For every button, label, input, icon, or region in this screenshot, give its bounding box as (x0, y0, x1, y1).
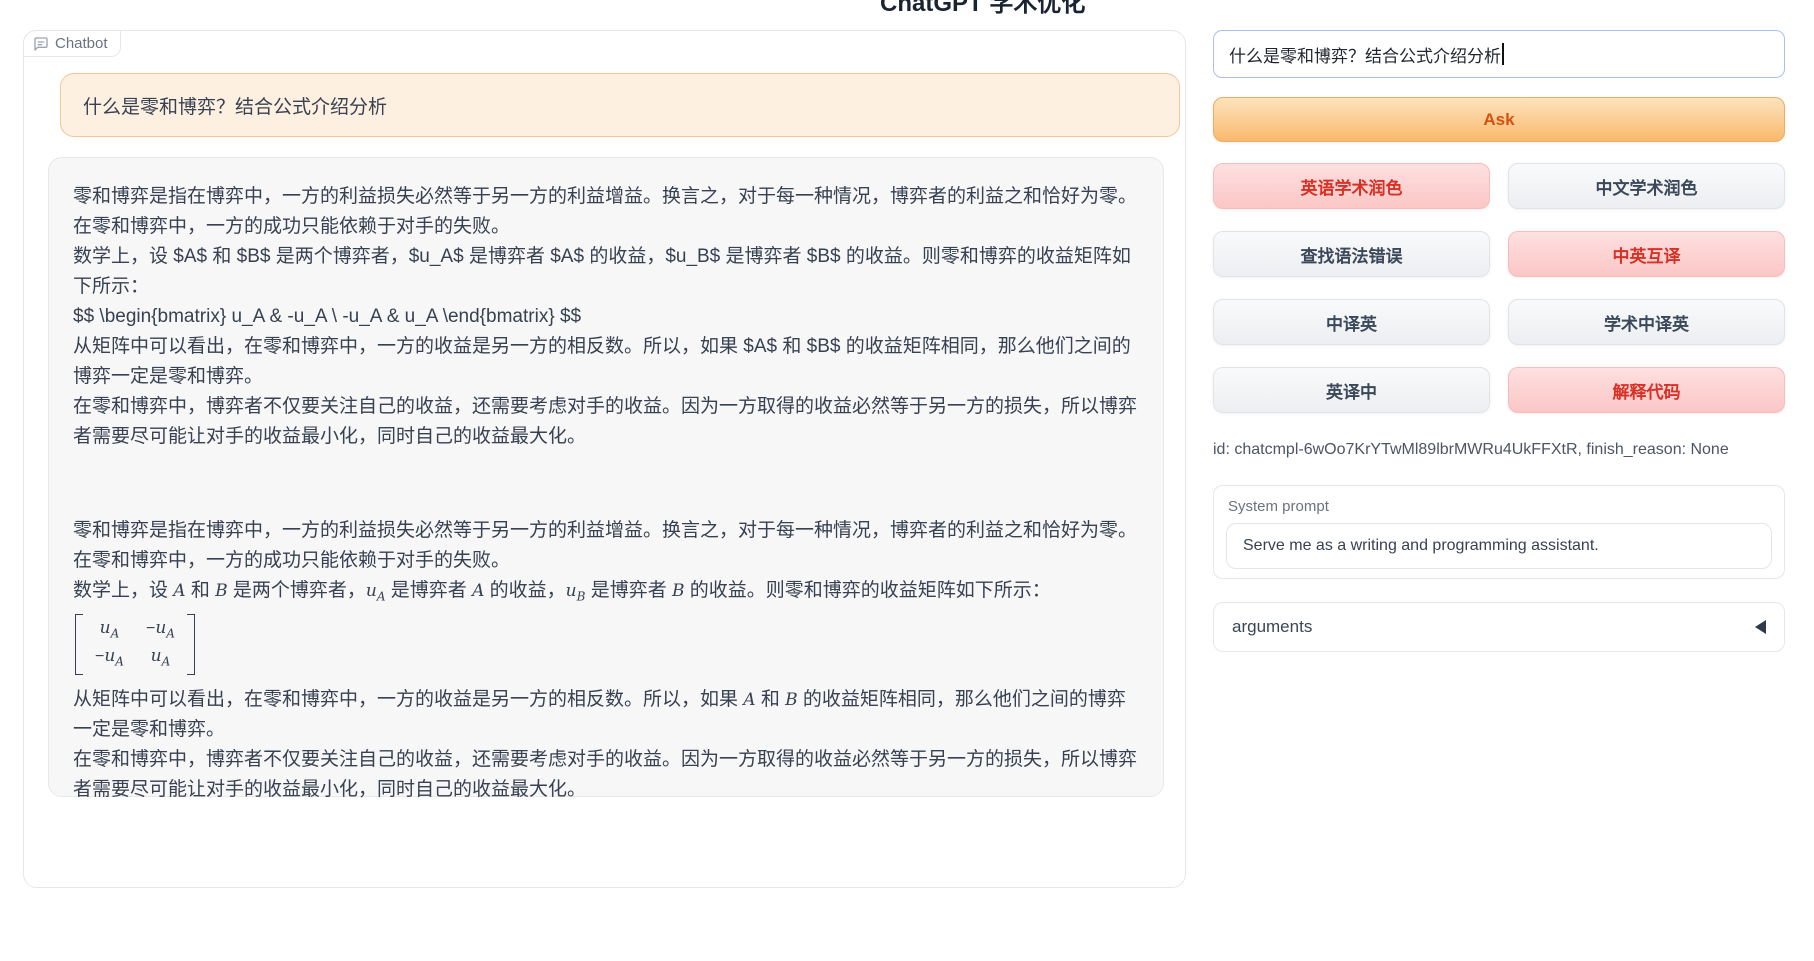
system-prompt-card: System prompt Serve me as a writing and … (1213, 485, 1785, 579)
bot-raw-line-d: 从矩阵中可以看出，在零和博弈中，一方的收益是另一方的相反数。所以，如果 $A$ … (73, 332, 1139, 392)
chatbot-label: Chatbot (23, 30, 121, 57)
quick-button-english-academic-polish[interactable]: 英语学术润色 (1213, 163, 1490, 209)
accordion-collapsed-triangle-icon (1755, 620, 1766, 634)
bot-raw-line-a: 零和博弈是指在博弈中，一方的利益损失必然等于另一方的利益增益。换言之，对于每一种… (73, 182, 1139, 242)
quick-button-zh-en-mutual-translate[interactable]: 中英互译 (1508, 231, 1785, 277)
quick-button-en-to-zh[interactable]: 英译中 (1213, 367, 1490, 413)
quick-button-chinese-academic-polish[interactable]: 中文学术润色 (1508, 163, 1785, 209)
payoff-matrix: uA−uA−uAuA (73, 611, 1139, 685)
bot-rendered-paragraph: 零和博弈是指在博弈中，一方的利益损失必然等于另一方的利益增益。换言之，对于每一种… (73, 516, 1139, 805)
text-cursor (1502, 43, 1504, 65)
prompt-input[interactable]: 什么是零和博弈？结合公式介绍分析 (1213, 30, 1785, 78)
arguments-accordion-label: arguments (1232, 617, 1312, 637)
user-message-text: 什么是零和博弈？结合公式介绍分析 (83, 92, 387, 119)
bot-raw-paragraph: 零和博弈是指在博弈中，一方的利益损失必然等于另一方的利益增益。换言之，对于每一种… (73, 182, 1139, 452)
quick-button-explain-code[interactable]: 解释代码 (1508, 367, 1785, 413)
bot-rendered-line-d: 从矩阵中可以看出，在零和博弈中，一方的收益是另一方的相反数。所以，如果 A 和 … (73, 685, 1139, 745)
arguments-accordion[interactable]: arguments (1213, 602, 1785, 652)
bot-raw-line-b: 数学上，设 $A$ 和 $B$ 是两个博弈者，$u_A$ 是博弈者 $A$ 的收… (73, 242, 1139, 302)
system-prompt-value: Serve me as a writing and programming as… (1243, 537, 1599, 555)
bot-raw-line-e: 在零和博弈中，博弈者不仅要关注自己的收益，还需要考虑对手的收益。因为一方取得的收… (73, 392, 1139, 452)
quick-button-find-grammar-errors[interactable]: 查找语法错误 (1213, 231, 1490, 277)
paragraph-gap (73, 452, 1139, 516)
ask-button[interactable]: Ask (1213, 97, 1785, 142)
bot-raw-formula: $$ \begin{bmatrix} u_A & -u_A \ -u_A & u… (73, 302, 1139, 332)
status-id-text: id: chatcmpl-6wOo7KrYTwMl89lbrMWRu4UkFFX… (1213, 441, 1729, 459)
matrix-left-bracket (75, 614, 83, 675)
user-message: 什么是零和博弈？结合公式介绍分析 (60, 73, 1180, 137)
quick-action-grid: 英语学术润色 中文学术润色 查找语法错误 中英互译 中译英 学术中译英 英译中 … (1213, 163, 1785, 413)
ask-button-label: Ask (1483, 110, 1514, 130)
page-title: ChatGPT 学术优化 (880, 0, 1085, 18)
bot-rendered-line-a: 零和博弈是指在博弈中，一方的利益损失必然等于另一方的利益增益。换言之，对于每一种… (73, 516, 1139, 576)
chat-bubble-icon (33, 36, 49, 52)
matrix-cells: uA−uA−uAuA (83, 614, 187, 675)
chatbot-panel: Chatbot 什么是零和博弈？结合公式介绍分析 零和博弈是指在博弈中，一方的利… (23, 30, 1186, 888)
quick-button-academic-zh-to-en[interactable]: 学术中译英 (1508, 299, 1785, 345)
bot-rendered-line-e: 在零和博弈中，博弈者不仅要关注自己的收益，还需要考虑对手的收益。因为一方取得的收… (73, 745, 1139, 805)
matrix-right-bracket (187, 614, 195, 675)
system-prompt-input[interactable]: Serve me as a writing and programming as… (1226, 523, 1772, 569)
bot-message: 零和博弈是指在博弈中，一方的利益损失必然等于另一方的利益增益。换言之，对于每一种… (48, 157, 1164, 797)
chatbot-label-text: Chatbot (55, 35, 108, 52)
system-prompt-label: System prompt (1228, 498, 1772, 515)
prompt-input-value: 什么是零和博弈？结合公式介绍分析 (1229, 42, 1501, 67)
bot-rendered-line-b: 数学上，设 A 和 B 是两个博弈者，uA 是博弈者 A 的收益，uB 是博弈者… (73, 576, 1139, 611)
quick-button-zh-to-en[interactable]: 中译英 (1213, 299, 1490, 345)
